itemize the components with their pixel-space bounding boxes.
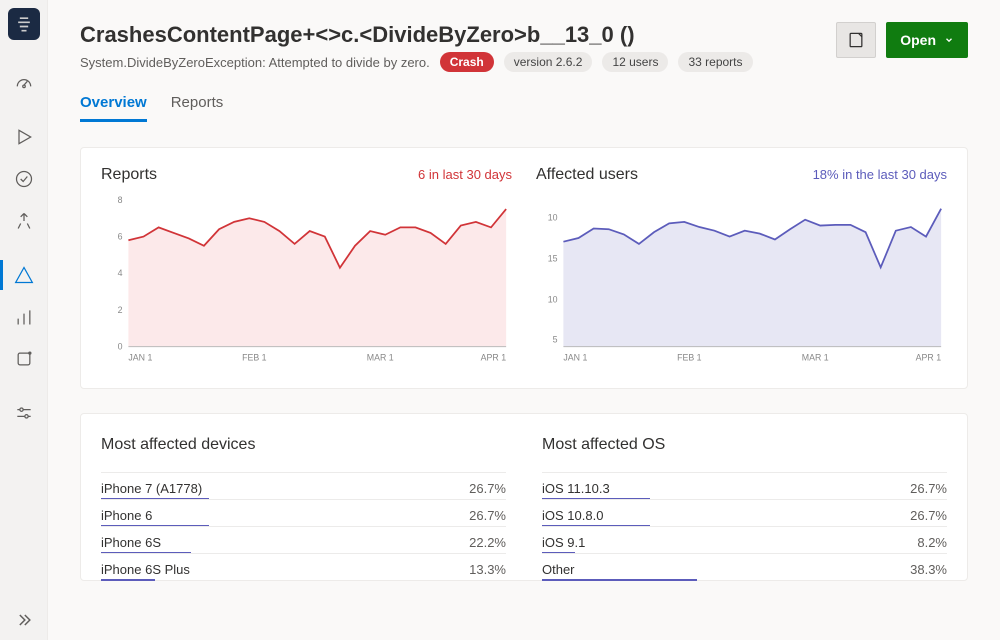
nav-distribute[interactable] (0, 200, 47, 242)
svg-text:MAR 1: MAR 1 (802, 352, 829, 362)
distribute-icon (14, 211, 34, 231)
svg-text:6: 6 (118, 232, 123, 242)
users-chart-title: Affected users (536, 166, 638, 184)
device-percent: 26.7% (469, 481, 506, 496)
os-percent: 8.2% (917, 535, 947, 550)
bar-chart-icon (14, 307, 34, 327)
os-label: iOS 10.8.0 (542, 508, 603, 523)
device-row: iPhone 6S Plus 13.3% (101, 553, 506, 580)
device-row: iPhone 7 (A1778) 26.7% (101, 472, 506, 499)
os-row: iOS 10.8.0 26.7% (542, 499, 947, 526)
device-label: iPhone 7 (A1778) (101, 481, 202, 496)
svg-text:JAN 1: JAN 1 (128, 352, 152, 362)
sliders-icon (14, 403, 34, 423)
device-percent: 26.7% (469, 508, 506, 523)
devices-title: Most affected devices (101, 436, 506, 454)
page-title: CrashesContentPage+<>c.<DivideByZero>b__… (80, 22, 753, 48)
device-dot-icon (14, 349, 34, 369)
reports-chart-title: Reports (101, 166, 157, 184)
version-pill: version 2.6.2 (504, 52, 593, 72)
os-percent: 26.7% (910, 508, 947, 523)
sidebar-expand[interactable] (0, 610, 47, 630)
svg-text:FEB 1: FEB 1 (242, 352, 267, 362)
svg-text:FEB 1: FEB 1 (677, 352, 702, 362)
device-percent: 13.3% (469, 562, 506, 577)
os-row: iOS 11.10.3 26.7% (542, 472, 947, 499)
os-percent: 38.3% (910, 562, 947, 577)
svg-text:10: 10 (548, 295, 558, 305)
nav-settings[interactable] (0, 392, 47, 434)
os-label: Other (542, 562, 575, 577)
app-logo (8, 8, 40, 40)
note-icon (846, 30, 866, 50)
nav-diagnostics[interactable] (0, 254, 47, 296)
device-bar (101, 579, 155, 581)
svg-text:10: 10 (548, 212, 558, 222)
open-button[interactable]: Open (886, 22, 968, 58)
svg-text:0: 0 (118, 342, 123, 352)
gauge-icon (14, 73, 34, 93)
users-chart-card: Affected users 18% in the last 30 days 5… (536, 166, 947, 370)
tab-overview[interactable]: Overview (80, 94, 147, 122)
os-column: Most affected OS iOS 11.10.326.7%iOS 10.… (542, 436, 947, 580)
exception-message: System.DivideByZeroException: Attempted … (80, 55, 430, 70)
os-title: Most affected OS (542, 436, 947, 454)
annotate-button[interactable] (836, 22, 876, 58)
sidebar (0, 0, 48, 640)
nav-analytics[interactable] (0, 296, 47, 338)
svg-text:5: 5 (553, 334, 558, 344)
nav-test[interactable] (0, 158, 47, 200)
os-bar (542, 579, 697, 581)
os-label: iOS 9.1 (542, 535, 585, 550)
chevron-down-icon (944, 35, 954, 45)
reports-chart-card: Reports 6 in last 30 days 0 2 4 6 8 JAN 1 FEB … (101, 166, 512, 370)
users-chart: 5 10 15 10 JAN 1 FEB 1 MAR 1 APR 1 (536, 194, 947, 370)
chevron-double-right-icon (14, 610, 34, 630)
os-percent: 26.7% (910, 481, 947, 496)
users-pill: 12 users (602, 52, 668, 72)
warning-icon (14, 265, 34, 285)
svg-text:8: 8 (118, 195, 123, 205)
device-label: iPhone 6S (101, 535, 161, 550)
breakdown-card: Most affected devices iPhone 7 (A1778) 26… (80, 413, 968, 581)
nav-push[interactable] (0, 338, 47, 380)
os-label: iOS 11.10.3 (542, 481, 610, 496)
reports-chart: 0 2 4 6 8 JAN 1 FEB 1 MAR 1 APR 1 (101, 194, 512, 370)
tabs: Overview Reports (80, 94, 968, 123)
device-label: iPhone 6S Plus (101, 562, 190, 577)
charts-card: Reports 6 in last 30 days 0 2 4 6 8 JAN 1 FEB … (80, 147, 968, 389)
users-chart-note: 18% in the last 30 days (813, 167, 947, 182)
svg-text:2: 2 (118, 305, 123, 315)
svg-text:MAR 1: MAR 1 (367, 352, 394, 362)
os-row: iOS 9.1 8.2% (542, 526, 947, 553)
svg-text:15: 15 (548, 254, 558, 264)
svg-text:APR 1: APR 1 (481, 352, 507, 362)
crash-pill: Crash (440, 52, 494, 72)
reports-pill: 33 reports (678, 52, 752, 72)
nav-build[interactable] (0, 116, 47, 158)
svg-text:4: 4 (118, 268, 123, 278)
device-percent: 22.2% (469, 535, 506, 550)
play-icon (14, 127, 34, 147)
device-row: iPhone 6 26.7% (101, 499, 506, 526)
main-content: CrashesContentPage+<>c.<DivideByZero>b__… (48, 0, 1000, 640)
nav-overview[interactable] (0, 62, 47, 104)
tab-reports[interactable]: Reports (171, 94, 224, 122)
device-row: iPhone 6S 22.2% (101, 526, 506, 553)
devices-column: Most affected devices iPhone 7 (A1778) 26… (101, 436, 506, 580)
svg-text:JAN 1: JAN 1 (563, 352, 587, 362)
os-row: Other 38.3% (542, 553, 947, 580)
check-circle-icon (14, 169, 34, 189)
svg-text:APR 1: APR 1 (916, 352, 942, 362)
device-label: iPhone 6 (101, 508, 152, 523)
reports-chart-note: 6 in last 30 days (418, 167, 512, 182)
open-button-label: Open (900, 32, 936, 48)
